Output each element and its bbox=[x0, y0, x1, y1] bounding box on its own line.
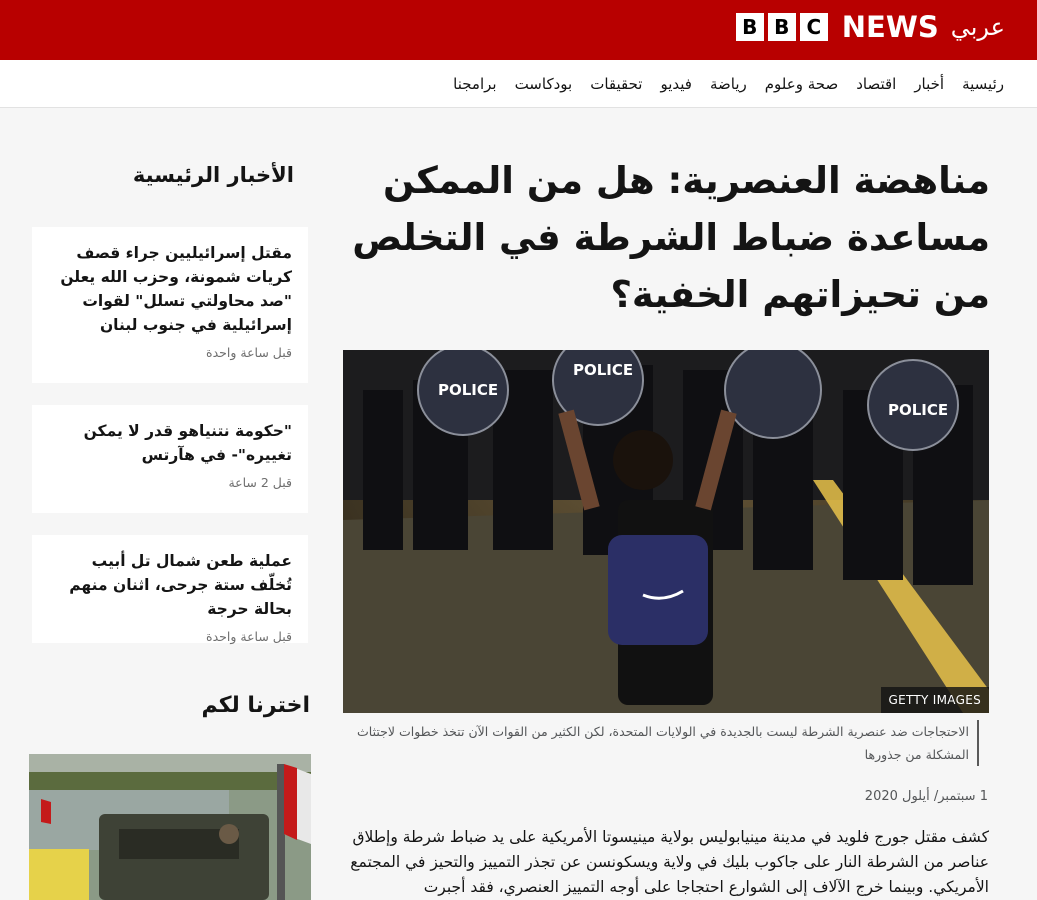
top-story-card[interactable]: عملية طعن شمال تل أبيب تُخلّف ستة جرحى، … bbox=[32, 535, 308, 644]
shield-label: POLICE bbox=[888, 401, 948, 419]
article-headline: مناهضة العنصرية: هل من الممكن مساعدة ضبا… bbox=[352, 159, 990, 316]
story-headline[interactable]: "حكومة نتنياهو قدر لا يمكن تغييره"- في ه… bbox=[46, 419, 292, 467]
nav-item-news[interactable]: أخبار bbox=[914, 75, 944, 93]
nav-item-investigations[interactable]: تحقيقات bbox=[590, 75, 642, 93]
military-vehicle-photo bbox=[29, 754, 311, 900]
nav-item-video[interactable]: فيديو bbox=[660, 75, 692, 93]
shield-label: POLICE bbox=[438, 381, 498, 399]
nav-item-podcast[interactable]: بودكاست bbox=[515, 75, 573, 93]
article-main-image: POLICE POLICE POLICE GETTY IMAGES bbox=[343, 350, 989, 713]
nav-item-programmes[interactable]: برامجنا bbox=[453, 75, 496, 93]
article-date: 1 سبتمبر/ أيلول 2020 bbox=[864, 789, 988, 804]
story-timestamp: قبل ساعة واحدة bbox=[206, 629, 292, 644]
image-credit: GETTY IMAGES bbox=[880, 687, 989, 713]
story-headline[interactable]: عملية طعن شمال تل أبيب تُخلّف ستة جرحى، … bbox=[46, 549, 292, 621]
logo-news-text: NEWS bbox=[841, 10, 939, 44]
editors-picks-heading: اخترنا لكم bbox=[201, 693, 310, 718]
story-timestamp: قبل ساعة واحدة bbox=[206, 345, 292, 360]
story-headline[interactable]: مقتل إسرائيليين جراء قصف كريات شمونة، وح… bbox=[46, 241, 292, 337]
masthead: B B C NEWS عربي bbox=[0, 0, 1037, 60]
bbc-news-arabic-logo[interactable]: B B C NEWS عربي bbox=[735, 10, 1005, 44]
nav-item-health-science[interactable]: صحة وعلوم bbox=[765, 75, 838, 93]
nav-item-business[interactable]: اقتصاد bbox=[856, 75, 896, 93]
logo-block: B bbox=[735, 13, 764, 41]
nav-item-sport[interactable]: رياضة bbox=[710, 75, 747, 93]
shield-label: POLICE bbox=[573, 361, 633, 379]
editors-pick-image[interactable] bbox=[29, 754, 311, 900]
top-story-card[interactable]: مقتل إسرائيليين جراء قصف كريات شمونة، وح… bbox=[32, 227, 308, 383]
top-stories-heading: الأخبار الرئيسية bbox=[132, 163, 294, 187]
logo-block: C bbox=[799, 13, 828, 41]
top-story-card[interactable]: "حكومة نتنياهو قدر لا يمكن تغييره"- في ه… bbox=[32, 405, 308, 513]
story-timestamp: قبل 2 ساعة bbox=[228, 475, 292, 490]
logo-arabic-text: عربي bbox=[950, 13, 1005, 41]
image-caption: الاحتجاجات ضد عنصرية الشرطة ليست بالجديد… bbox=[343, 720, 979, 766]
navigation-bar: رئيسية أخبار اقتصاد صحة وعلوم رياضة فيدي… bbox=[0, 60, 1037, 108]
nav-menu: رئيسية أخبار اقتصاد صحة وعلوم رياضة فيدي… bbox=[453, 60, 1004, 107]
logo-block: B bbox=[767, 13, 796, 41]
article-body: كشف مقتل جورج فلويد في مدينة مينيابوليس … bbox=[350, 828, 989, 896]
protest-photo: POLICE POLICE POLICE bbox=[343, 350, 989, 713]
nav-item-home[interactable]: رئيسية bbox=[962, 75, 1004, 93]
